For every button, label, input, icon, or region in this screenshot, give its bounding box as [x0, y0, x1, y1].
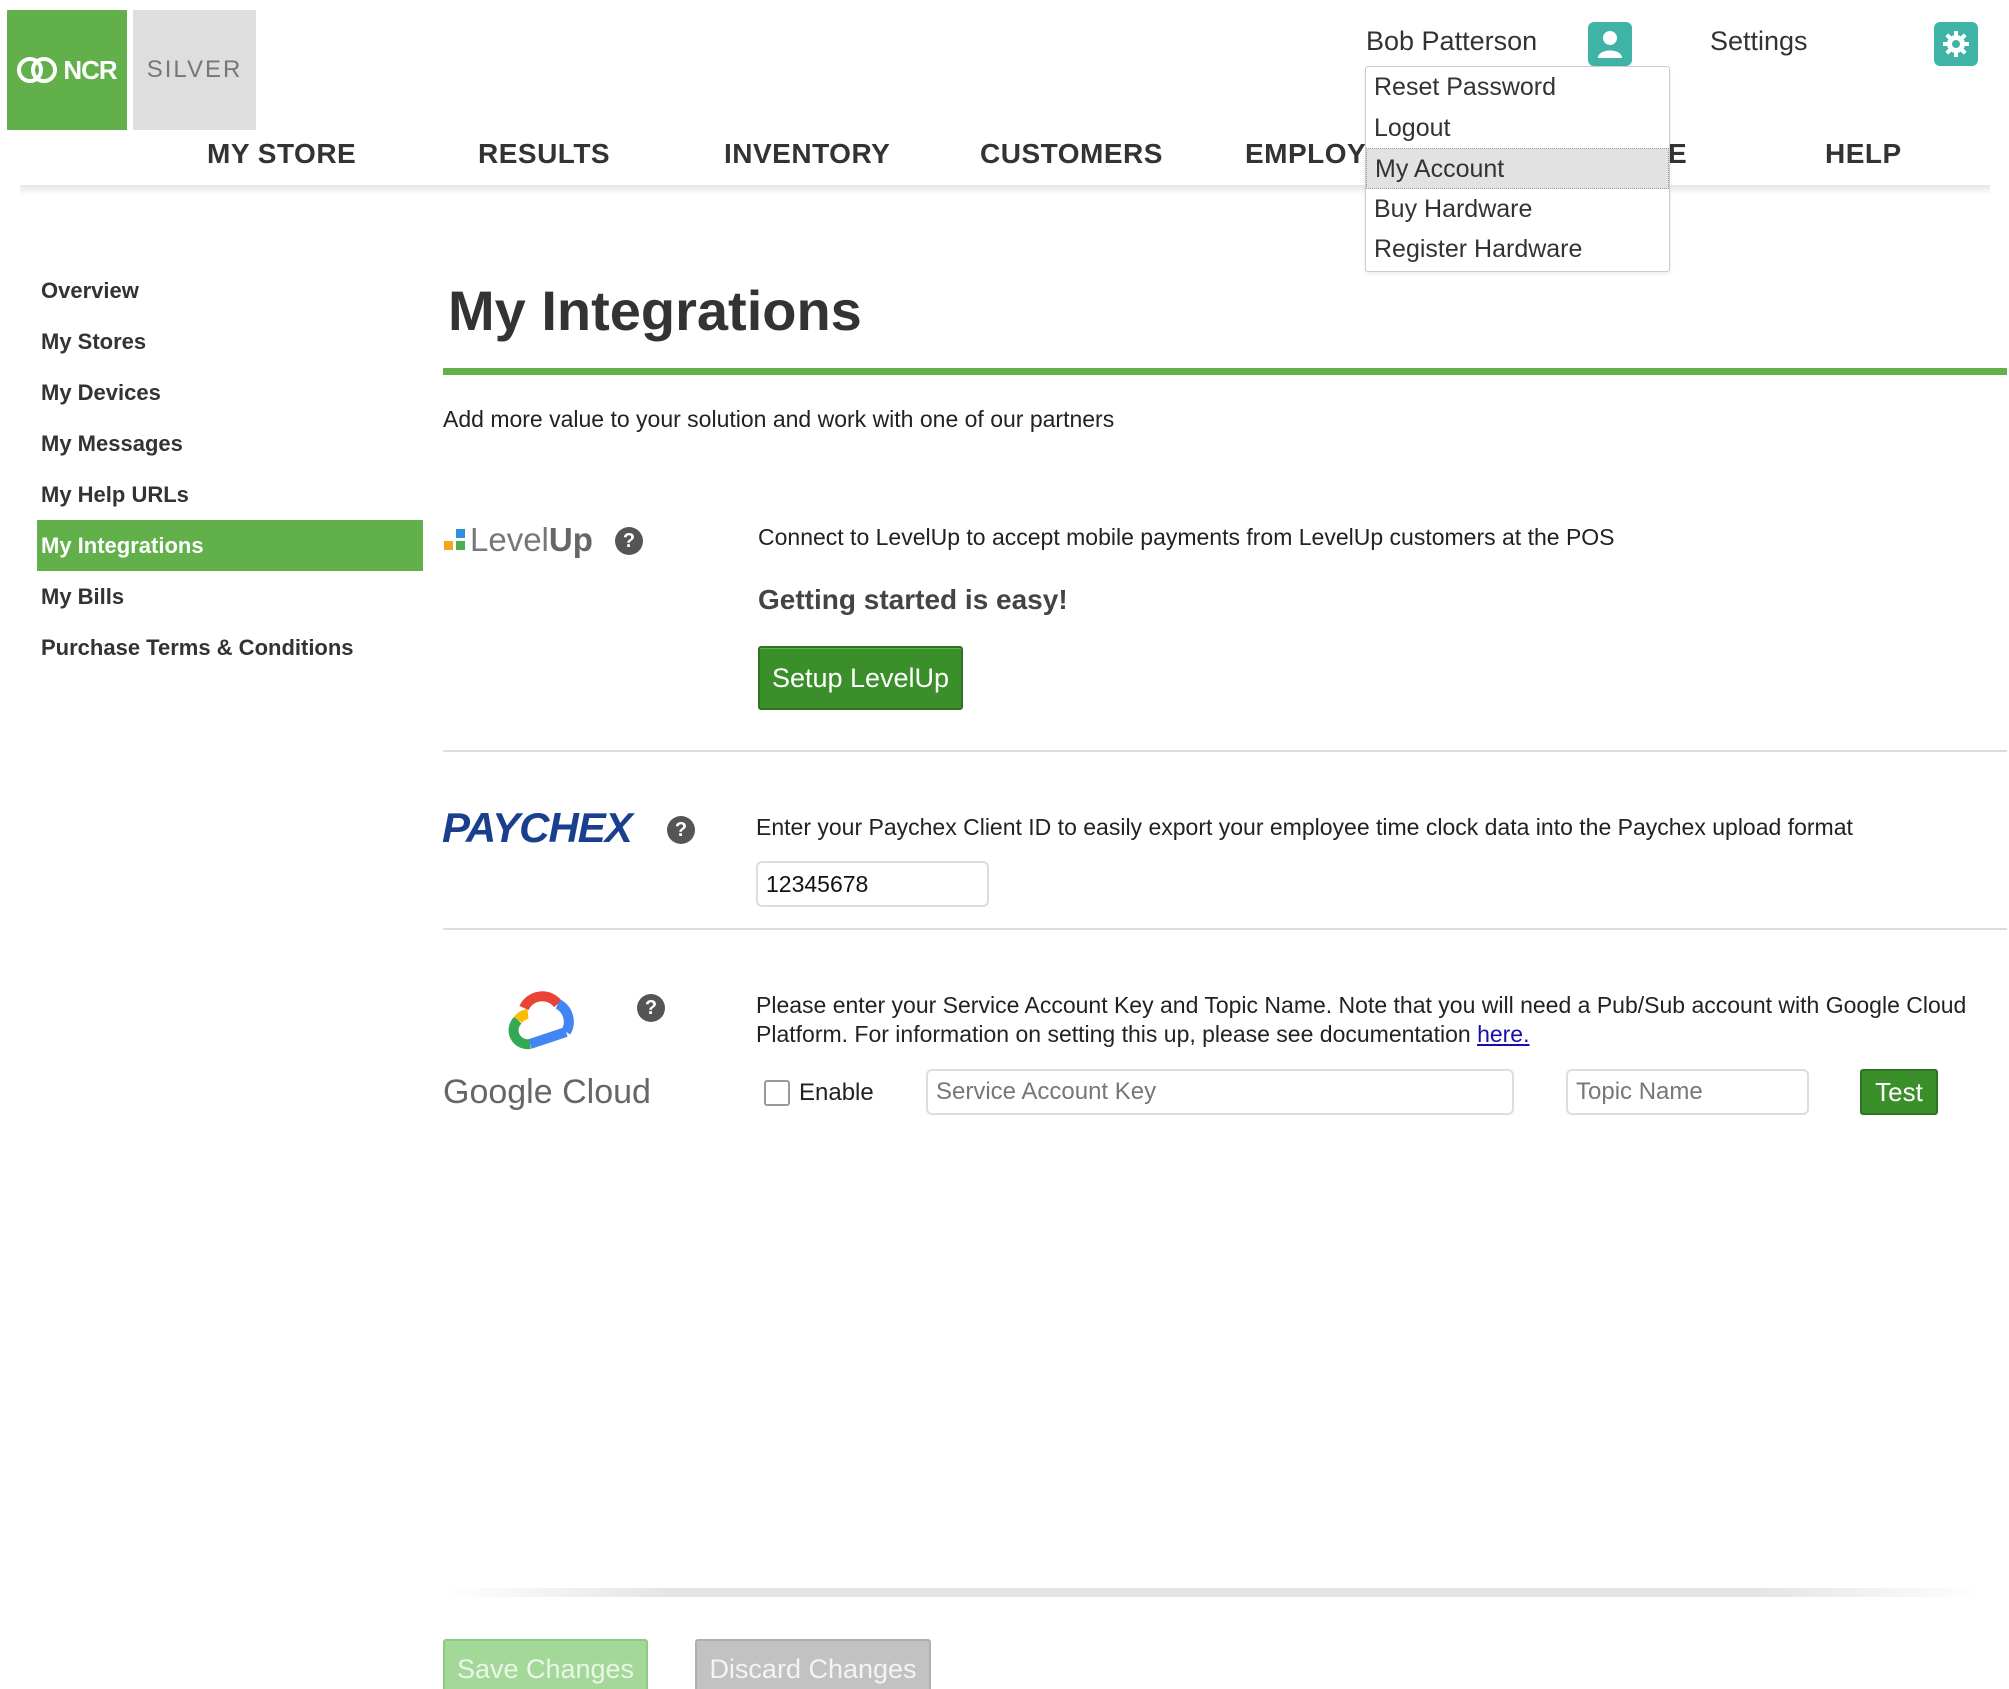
ncr-logo-mark-icon: [17, 55, 61, 85]
page-title: My Integrations: [448, 279, 862, 342]
paychex-description: Enter your Paychex Client ID to easily e…: [756, 814, 1853, 840]
settings-link[interactable]: Settings: [1710, 26, 1808, 57]
enable-checkbox[interactable]: [764, 1080, 790, 1106]
ncr-logo[interactable]: NCR: [7, 10, 127, 130]
nav-employees[interactable]: EMPLOY: [1245, 138, 1366, 170]
paychex-logo: PAYCHEX: [442, 804, 633, 851]
nav-help[interactable]: HELP: [1825, 138, 1902, 170]
sidebar-item-purchase-terms[interactable]: Purchase Terms & Conditions: [37, 622, 423, 673]
sidebar: Overview My Stores My Devices My Message…: [37, 265, 423, 673]
documentation-link[interactable]: here.: [1477, 1021, 1529, 1047]
section-divider: [443, 750, 2007, 752]
section-divider: [443, 928, 2007, 930]
nav-divider: [20, 185, 1990, 195]
setup-levelup-button[interactable]: Setup LevelUp: [758, 646, 963, 710]
sidebar-item-my-devices[interactable]: My Devices: [37, 367, 423, 418]
nav-results[interactable]: RESULTS: [478, 138, 610, 170]
sidebar-item-my-help-urls[interactable]: My Help URLs: [37, 469, 423, 520]
nav-my-store[interactable]: MY STORE: [207, 138, 356, 170]
topic-name-input[interactable]: [1566, 1069, 1809, 1115]
sidebar-item-overview[interactable]: Overview: [37, 265, 423, 316]
user-name-link[interactable]: Bob Patterson: [1366, 26, 1537, 57]
nav-customers[interactable]: CUSTOMERS: [980, 138, 1163, 170]
levelup-help-icon[interactable]: ?: [615, 527, 643, 555]
silver-logo-text: SILVER: [146, 56, 243, 83]
levelup-getting-started: Getting started is easy!: [758, 584, 1068, 615]
page-subtitle: Add more value to your solution and work…: [443, 406, 1115, 432]
google-cloud-description: Please enter your Service Account Key an…: [756, 991, 1996, 1049]
google-cloud-description-text: Please enter your Service Account Key an…: [756, 992, 1967, 1047]
ncr-logo-text: NCR: [63, 54, 117, 85]
levelup-mark-icon: [444, 529, 466, 551]
levelup-logo: Level Up: [444, 521, 593, 559]
google-cloud-icon: [500, 990, 580, 1052]
levelup-logo-light: Level: [470, 521, 549, 558]
menu-logout[interactable]: Logout: [1366, 108, 1669, 149]
gear-icon[interactable]: [1934, 22, 1978, 66]
nav-hidden-item[interactable]: E: [1668, 138, 1687, 170]
user-icon[interactable]: [1588, 22, 1632, 66]
silver-logo[interactable]: SILVER: [133, 10, 256, 130]
footer-divider: [443, 1588, 1983, 1597]
discard-changes-button[interactable]: Discard Changes: [695, 1639, 931, 1689]
title-divider: [443, 368, 2007, 375]
paychex-client-id-input[interactable]: [756, 861, 989, 907]
sidebar-item-my-integrations[interactable]: My Integrations: [37, 520, 423, 571]
save-changes-button[interactable]: Save Changes: [443, 1639, 648, 1689]
test-button[interactable]: Test: [1860, 1069, 1938, 1115]
sidebar-item-my-bills[interactable]: My Bills: [37, 571, 423, 622]
levelup-logo-bold: Up: [548, 521, 593, 558]
menu-register-hardware[interactable]: Register Hardware: [1366, 229, 1669, 270]
menu-reset-password[interactable]: Reset Password: [1366, 67, 1669, 108]
nav-inventory[interactable]: INVENTORY: [724, 138, 890, 170]
menu-my-account[interactable]: My Account: [1366, 148, 1669, 189]
sidebar-item-my-stores[interactable]: My Stores: [37, 316, 423, 367]
google-cloud-logo-text: Google Cloud: [443, 1073, 651, 1111]
sidebar-item-my-messages[interactable]: My Messages: [37, 418, 423, 469]
google-cloud-help-icon[interactable]: ?: [637, 994, 665, 1022]
user-menu-dropdown: Reset Password Logout My Account Buy Har…: [1365, 66, 1670, 272]
paychex-help-icon[interactable]: ?: [667, 816, 695, 844]
enable-label: Enable: [799, 1079, 874, 1106]
service-account-key-input[interactable]: [926, 1069, 1514, 1115]
menu-buy-hardware[interactable]: Buy Hardware: [1366, 189, 1669, 230]
main-nav: MY STORE RESULTS INVENTORY CUSTOMERS EMP…: [0, 138, 2009, 188]
levelup-description: Connect to LevelUp to accept mobile paym…: [758, 524, 1615, 550]
